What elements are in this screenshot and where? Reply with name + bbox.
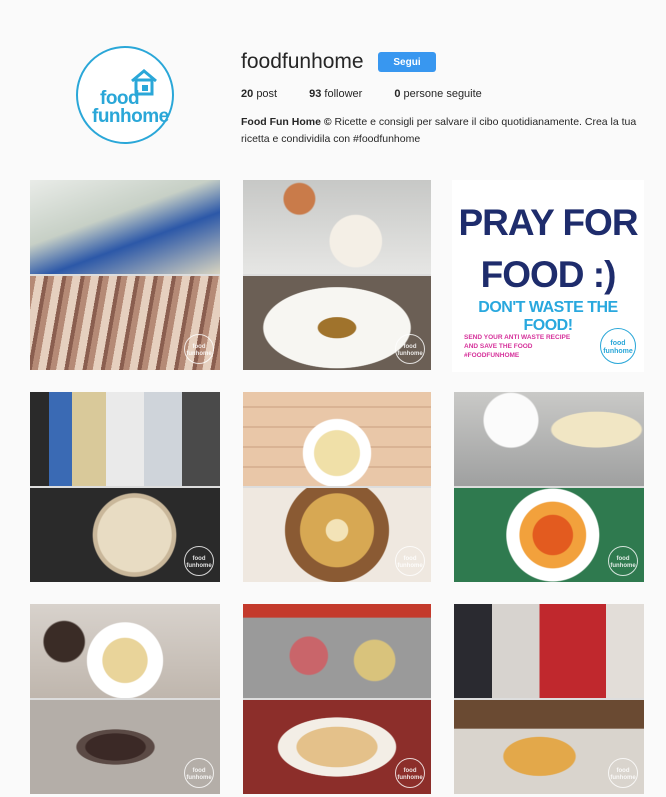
post-photo bbox=[30, 392, 220, 486]
post-tile[interactable]: food funhome bbox=[243, 180, 431, 370]
watermark-logo: food funhome bbox=[184, 334, 214, 364]
following-count: 0 bbox=[394, 88, 401, 100]
post-tile[interactable]: food funhome bbox=[30, 180, 220, 370]
post-photo bbox=[454, 604, 644, 698]
follow-button[interactable]: Segui bbox=[378, 52, 436, 72]
post-tile[interactable]: food funhome bbox=[243, 392, 431, 582]
watermark-logo: food funhome bbox=[608, 758, 638, 788]
watermark-logo: food funhome bbox=[395, 334, 425, 364]
posts-count: 20 bbox=[241, 88, 254, 100]
logo-text-funhome: funhome bbox=[92, 106, 169, 127]
profile-avatar[interactable]: food funhome bbox=[76, 46, 174, 144]
watermark-logo: food funhome bbox=[184, 546, 214, 576]
followers-count: 93 bbox=[309, 88, 322, 100]
post-tile[interactable]: food funhome bbox=[30, 392, 220, 582]
pray-line-4: SEND YOUR ANTI WASTE RECIPE AND SAVE THE… bbox=[464, 334, 571, 359]
posts-stat[interactable]: 20 post bbox=[241, 88, 277, 100]
post-photo bbox=[30, 180, 220, 274]
pray-line-2: FOOD :) bbox=[480, 254, 617, 295]
post-photo bbox=[243, 180, 431, 274]
pray-line-1: PRAY FOR bbox=[458, 202, 638, 243]
watermark-logo: food funhome bbox=[184, 758, 214, 788]
post-photo bbox=[30, 604, 220, 698]
following-stat[interactable]: 0 persone seguite bbox=[394, 88, 481, 100]
watermark-logo: food funhome bbox=[608, 546, 638, 576]
following-label: persone seguite bbox=[403, 88, 482, 100]
watermark-logo: food funhome bbox=[395, 758, 425, 788]
post-tile[interactable]: food funhome bbox=[243, 604, 431, 794]
profile-stats: 20 post 93 follower 0 persone seguite bbox=[241, 88, 514, 100]
post-photo bbox=[454, 392, 644, 486]
post-photo bbox=[243, 604, 431, 698]
post-photo bbox=[243, 392, 431, 486]
post-tile-pray-for-food[interactable]: PRAY FOR FOOD :) DON'T WASTE THE FOOD! S… bbox=[452, 180, 644, 372]
followers-stat[interactable]: 93 follower bbox=[309, 88, 362, 100]
profile-username: foodfunhome bbox=[241, 50, 364, 73]
profile-bio: Food Fun Home © Ricette e consigli per s… bbox=[241, 114, 651, 148]
posts-label: post bbox=[256, 88, 278, 100]
watermark-logo: food funhome bbox=[395, 546, 425, 576]
post-tile[interactable]: food funhome bbox=[454, 604, 644, 794]
bio-name: Food Fun Home © bbox=[241, 116, 332, 128]
post-tile[interactable]: food funhome bbox=[454, 392, 644, 582]
followers-label: follower bbox=[324, 88, 363, 100]
pray-badge-logo: food funhome bbox=[600, 328, 636, 364]
post-tile[interactable]: food funhome bbox=[30, 604, 220, 794]
